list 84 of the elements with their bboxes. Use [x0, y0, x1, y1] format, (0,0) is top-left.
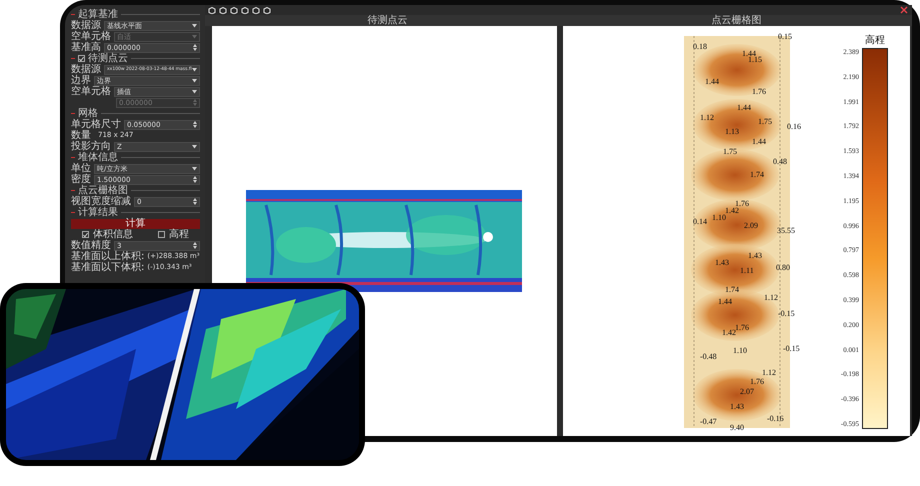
- elevation-label: 1.74: [725, 286, 739, 294]
- elevation-label: 2.07: [740, 388, 754, 396]
- caret-icon: [192, 68, 197, 72]
- field-label: 数量: [71, 130, 91, 141]
- section-title: 堆体信息: [78, 152, 118, 163]
- elevation-label: 1.13: [725, 128, 739, 136]
- caret-icon: [192, 166, 197, 170]
- section-title: 待测点云: [88, 53, 128, 64]
- section-title: 计算结果: [78, 207, 118, 218]
- elevation-label: 1.12: [762, 369, 776, 377]
- pane-title: 待测点云: [368, 15, 408, 26]
- caret-icon: [192, 90, 197, 94]
- result-label: 基准面以下体积:: [71, 262, 144, 273]
- elevation-label: -0.15: [783, 345, 800, 353]
- elevation-label: 1.42: [725, 207, 739, 215]
- elevation-label: 1.44: [737, 104, 751, 112]
- spin-arrows-icon: [193, 121, 197, 128]
- elevation-label: 1.42: [722, 329, 736, 337]
- elevation-label: 1.12: [764, 294, 778, 302]
- caret-icon: [192, 144, 197, 148]
- elevation-label: 0.15: [778, 33, 792, 41]
- elevation-label: 1.76: [735, 324, 749, 332]
- field-label: 空单元格: [71, 86, 111, 97]
- close-icon[interactable]: [900, 6, 908, 14]
- field-label: 单位: [71, 163, 91, 174]
- checkbox[interactable]: [78, 55, 85, 62]
- checkbox[interactable]: [82, 231, 89, 238]
- elevation-label: 1.11: [740, 267, 754, 275]
- field-label: 空单元格: [71, 31, 111, 42]
- spin-arrows-icon: [193, 242, 197, 249]
- scale-title: 高程: [865, 36, 885, 46]
- elevation-label: 1.44: [705, 78, 719, 86]
- elevation-label: 1.76: [752, 88, 766, 96]
- elevation-label: 1.43: [730, 403, 744, 411]
- elevation-label: -0.15: [778, 310, 795, 318]
- checkbox-label: 体积信息: [93, 229, 133, 240]
- spin-arrows-icon: [193, 99, 197, 106]
- elevation-label: 1.15: [748, 56, 762, 64]
- field-label: 视图宽度缩减: [71, 196, 131, 207]
- pane-title: 点云栅格图: [712, 15, 762, 26]
- elevation-label: 1.44: [752, 138, 766, 146]
- elevation-label: 9.40: [730, 424, 744, 432]
- spin-arrows-icon: [193, 198, 197, 205]
- elevation-label: 1.75: [723, 148, 737, 156]
- elevation-label: 0.48: [773, 158, 787, 166]
- elevation-label: 1.12: [700, 114, 714, 122]
- section-title: 起算基准: [78, 9, 118, 20]
- section-title: 网格: [78, 108, 98, 119]
- field-label: 数据源: [71, 64, 101, 75]
- elevation-label: 1.43: [715, 259, 729, 267]
- elevation-label: 1.76: [750, 378, 764, 386]
- field-label: 投影方向: [71, 141, 111, 152]
- elevation-label: 0.16: [787, 123, 801, 131]
- elevation-label: 35.55: [777, 227, 795, 235]
- elevation-label: 1.10: [733, 347, 747, 355]
- elevation-label: -0.48: [700, 353, 717, 361]
- field-label: 边界: [71, 75, 91, 86]
- elevation-label: 1.75: [758, 118, 772, 126]
- elevation-label: 1.74: [750, 171, 764, 179]
- spin-arrows-icon: [193, 44, 197, 51]
- elevation-label: 0.80: [776, 264, 790, 272]
- elevation-label: 0.14: [693, 218, 707, 226]
- elevation-label: 1.44: [742, 50, 756, 58]
- elevation-label: -0.16: [767, 415, 784, 423]
- field-label: 基准高: [71, 42, 101, 53]
- elevation-label: 0.18: [693, 43, 707, 51]
- elevation-label: -0.47: [700, 418, 717, 426]
- elevation-label: 1.44: [718, 298, 732, 306]
- result-label: 基准面以上体积:: [71, 251, 144, 262]
- elevation-label: 1.10: [712, 214, 726, 222]
- checkbox[interactable]: [158, 231, 165, 238]
- field-label: 密度: [71, 174, 91, 185]
- section-title: 点云栅格图: [78, 185, 128, 196]
- spin-arrows-icon: [193, 176, 197, 183]
- elevation-label: 2.09: [744, 222, 758, 230]
- elevation-label: 1.76: [735, 200, 749, 208]
- calculate-button[interactable]: 计算: [71, 218, 200, 228]
- elevation-label: 1.43: [748, 252, 762, 260]
- field-label: 单元格尺寸: [71, 119, 121, 130]
- checkbox-label: 高程: [169, 229, 189, 240]
- field-label: 数据源: [71, 20, 101, 31]
- field-label: 数值精度: [71, 240, 111, 251]
- caret-icon: [192, 78, 197, 82]
- caret-icon: [192, 24, 197, 28]
